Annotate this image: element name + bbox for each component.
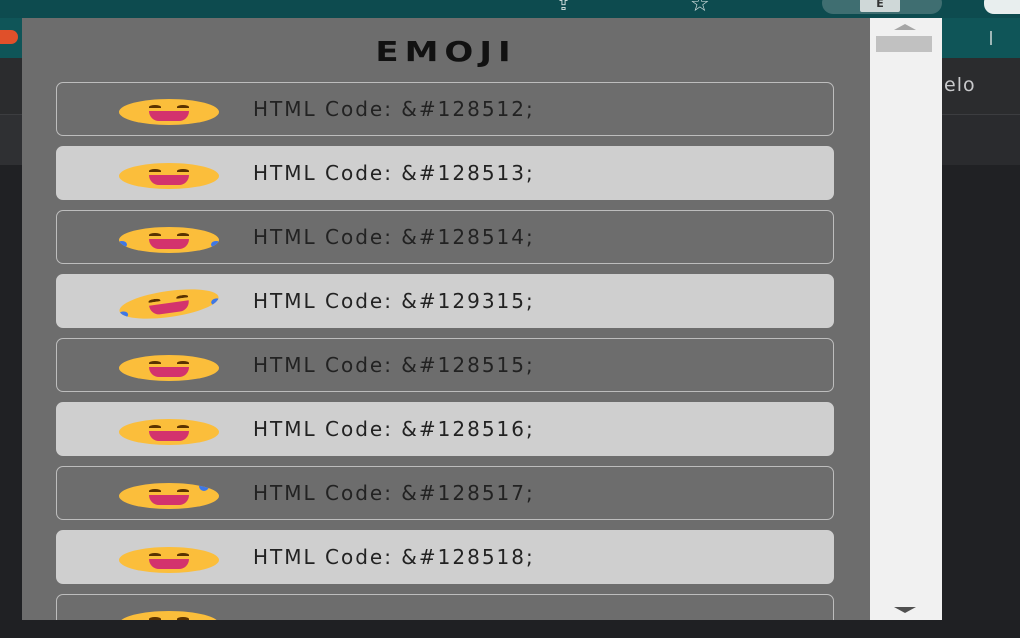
- page-side-text: elo: [944, 74, 976, 96]
- emoji-item[interactable]: HTML Code: &#128512;: [56, 82, 834, 136]
- scroll-up-arrow-icon[interactable]: [894, 24, 916, 30]
- emoji-item[interactable]: HTML Code: &#128516;: [56, 402, 834, 456]
- page-bottom: [0, 620, 1020, 638]
- tears-of-joy-face-icon: [119, 227, 219, 253]
- emoji-html-code: HTML Code: &#128512;: [253, 97, 535, 121]
- squinting-face-icon: [119, 547, 219, 573]
- partially-visible-face-icon: [119, 611, 219, 620]
- bookmark-star-icon[interactable]: ☆: [690, 0, 744, 16]
- emoji-item[interactable]: HTML Code: &#128513;: [56, 146, 834, 200]
- extensions-puzzle-icon[interactable]: [984, 0, 1020, 14]
- popup-scrollbar[interactable]: [870, 18, 942, 620]
- rolling-laughing-face-icon: [117, 284, 221, 324]
- emoji-popup: EMOJI HTML Code: &#128512; HTML Code: &#…: [22, 18, 942, 620]
- emoji-html-code: HTML Code: &#128516;: [253, 417, 535, 441]
- emoji-item[interactable]: HTML Code: &#128517;: [56, 466, 834, 520]
- emoji-html-code: HTML Code: &#128515;: [253, 353, 535, 377]
- emoji-html-code: HTML Code: &#128514;: [253, 225, 535, 249]
- emoji-item[interactable]: [56, 594, 834, 620]
- browser-toolbar: ⇪ ☆ E: [0, 0, 1020, 18]
- emoji-list: HTML Code: &#128512; HTML Code: &#128513…: [56, 82, 834, 620]
- emoji-html-code: HTML Code: &#128518;: [253, 545, 535, 569]
- emoji-item[interactable]: HTML Code: &#128514;: [56, 210, 834, 264]
- grinning-face-icon: [119, 99, 219, 125]
- grinning-sweat-face-icon: [119, 483, 219, 509]
- share-icon[interactable]: ⇪: [556, 0, 610, 16]
- emoji-item[interactable]: HTML Code: &#128518;: [56, 530, 834, 584]
- scroll-down-arrow-icon[interactable]: [894, 607, 916, 613]
- emoji-html-code: HTML Code: &#128517;: [253, 481, 535, 505]
- page-right-panel: [942, 115, 1020, 165]
- grinning-big-eyes-face-icon: [119, 355, 219, 381]
- grinning-smiling-eyes-face-icon: [119, 419, 219, 445]
- popup-title: EMOJI: [375, 36, 517, 68]
- extension-icon[interactable]: E: [860, 0, 900, 12]
- emoji-html-code: HTML Code: &#129315;: [253, 289, 535, 313]
- beaming-face-icon: [119, 163, 219, 189]
- emoji-html-code: HTML Code: &#128513;: [253, 161, 535, 185]
- emoji-item[interactable]: HTML Code: &#128515;: [56, 338, 834, 392]
- bookmark-favicon-icon[interactable]: [0, 30, 22, 48]
- page-left-panel: [0, 115, 22, 165]
- emoji-item[interactable]: HTML Code: &#129315;: [56, 274, 834, 328]
- scroll-thumb[interactable]: [876, 36, 932, 52]
- bookmarks-separator: [990, 31, 992, 45]
